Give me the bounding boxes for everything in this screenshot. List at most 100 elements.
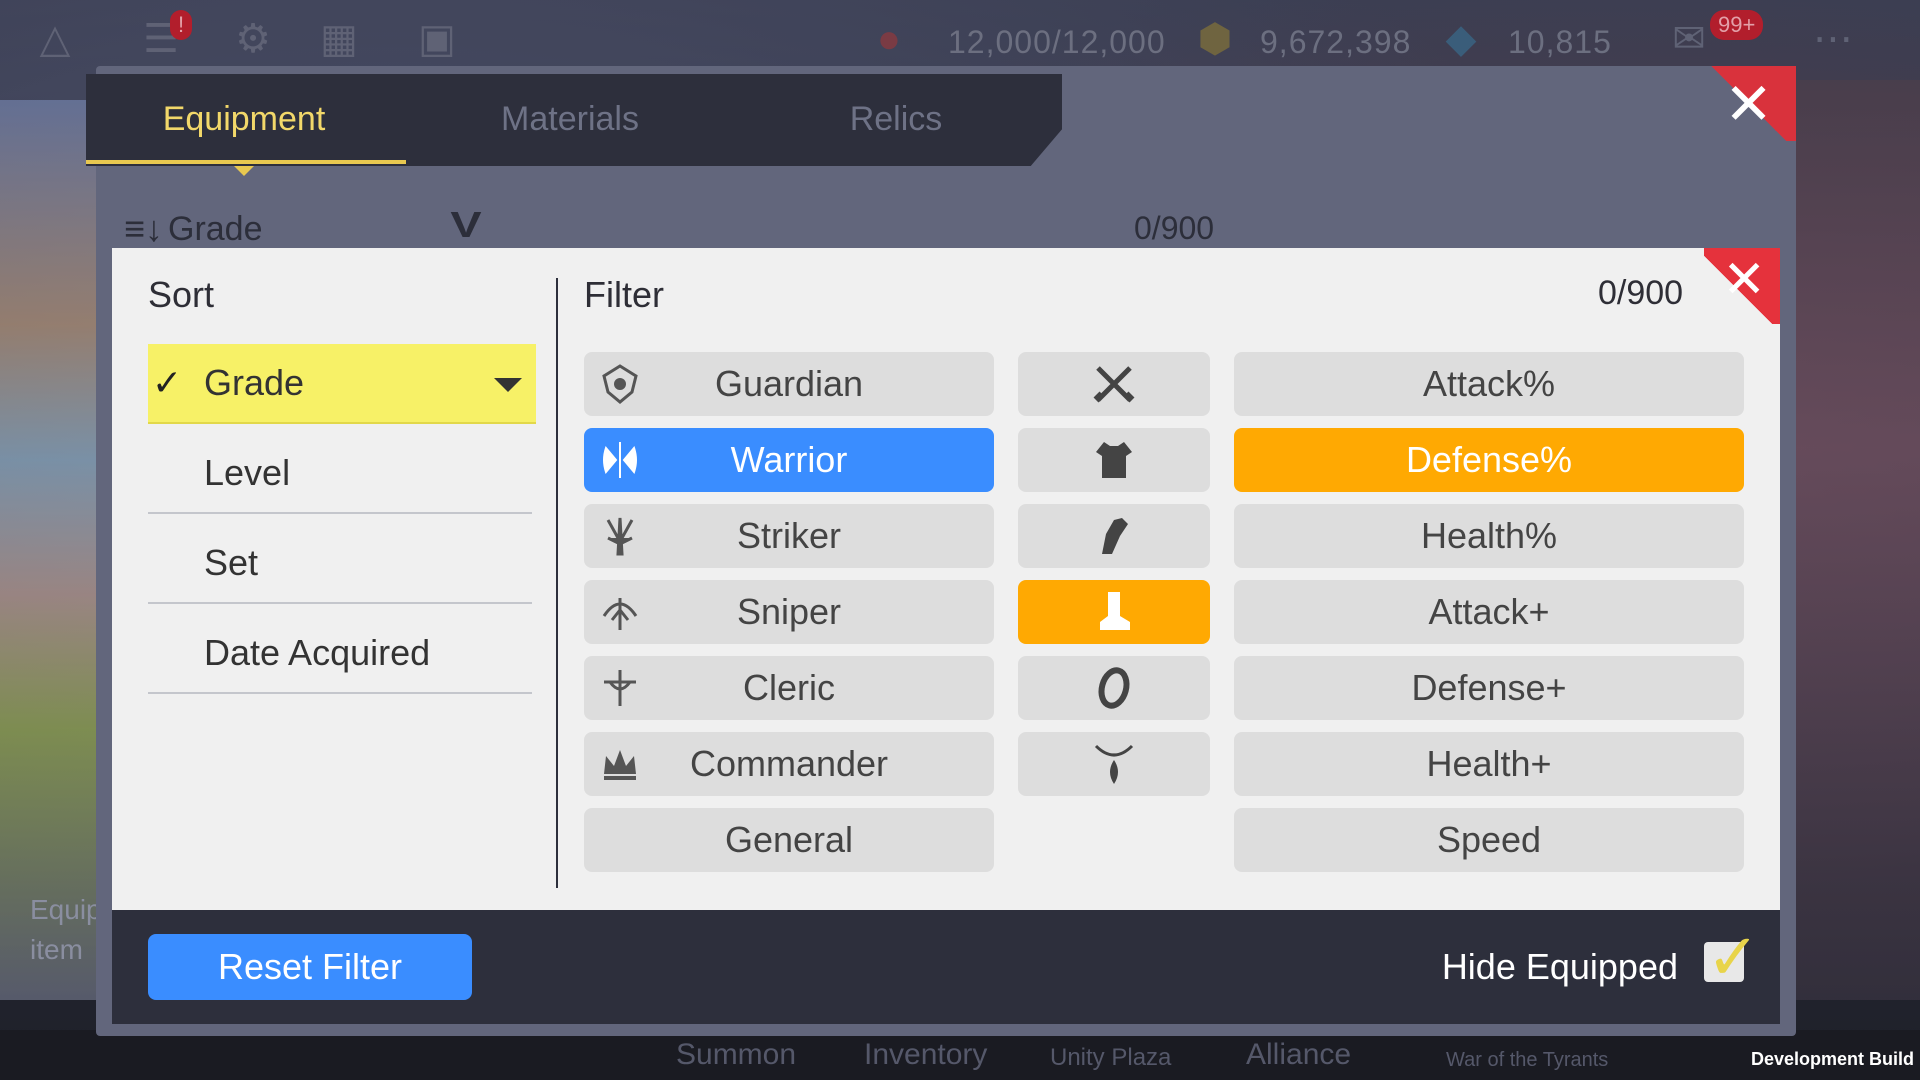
ring-icon	[1090, 664, 1138, 712]
tab-relics[interactable]: Relics	[766, 100, 1026, 139]
sort-option-label: Grade	[204, 362, 305, 403]
filter-class-sniper[interactable]: Sniper	[584, 580, 994, 644]
guardian-icon	[598, 362, 642, 406]
sort-option-date-acquired[interactable]: Date Acquired	[148, 614, 532, 694]
chevron-down-icon[interactable]: V	[450, 204, 481, 246]
checkmark-icon: ✓	[152, 362, 183, 403]
filter-label: Attack+	[1428, 591, 1550, 632]
tab-equipment[interactable]: Equipment	[114, 100, 374, 139]
alert-badge: !	[170, 10, 193, 40]
calendar-icon[interactable]: ▦	[314, 14, 364, 64]
modal-close-button[interactable]: ✕	[1704, 248, 1780, 324]
filter-class-striker[interactable]: Striker	[584, 504, 994, 568]
filter-label: Attack%	[1422, 363, 1556, 404]
boots-icon	[1090, 588, 1138, 636]
weapon-icon	[1090, 360, 1138, 408]
development-build-label: Development Build	[1750, 1049, 1914, 1069]
tab-materials[interactable]: Materials	[440, 100, 700, 139]
filter-class-commander[interactable]: Commander	[584, 732, 994, 796]
filter-class-guardian[interactable]: Guardian	[584, 352, 994, 416]
filter-title: Filter	[584, 274, 664, 315]
stamina-icon: ●	[876, 16, 902, 61]
nav-alliance: Alliance	[1246, 1038, 1352, 1071]
filter-label: Warrior	[730, 439, 848, 480]
filter-slot-boots[interactable]	[1018, 580, 1210, 644]
active-tab-pointer	[234, 166, 254, 176]
gem-value: 10,815	[1508, 24, 1612, 60]
armor-icon	[1090, 436, 1138, 484]
filter-stat-defense-percent[interactable]: Defense%	[1234, 428, 1744, 492]
sort-title: Sort	[148, 274, 215, 315]
reset-filter-button[interactable]: Reset Filter	[148, 934, 472, 1000]
filter-label: Commander	[689, 743, 889, 784]
filter-stat-attack-flat[interactable]: Attack+	[1234, 580, 1744, 644]
sort-option-label: Level	[204, 452, 291, 493]
sort-option-label: Date Acquired	[204, 632, 431, 673]
sort-current-label: Grade	[168, 210, 263, 248]
sort-option-set[interactable]: Set	[148, 524, 532, 604]
filter-stat-health-percent[interactable]: Health%	[1234, 504, 1744, 568]
filter-label: Defense+	[1411, 667, 1567, 708]
mail-badge: 99+	[1710, 10, 1764, 40]
mail-icon[interactable]: ✉	[1664, 14, 1714, 64]
filter-count: 0/900	[1598, 274, 1684, 312]
filter-stat-health-flat[interactable]: Health+	[1234, 732, 1744, 796]
gold-value: 9,672,398	[1260, 24, 1412, 60]
filter-stat-speed[interactable]: Speed	[1234, 808, 1744, 872]
cleric-icon	[598, 666, 642, 710]
sort-bar[interactable]: ≡↓ Grade V 0/900	[124, 204, 1764, 254]
shop-bag-icon[interactable]: ▣	[412, 14, 462, 64]
sort-filter-modal: ✕ Sort Filter 0/900 ✓ Grade Level Set Da…	[112, 248, 1780, 1024]
caret-down-icon	[494, 378, 522, 392]
necklace-icon	[1090, 740, 1138, 788]
sniper-icon	[598, 590, 642, 634]
filter-label: Sniper	[736, 591, 842, 632]
background-bottom-nav: Summon Inventory Unity Plaza Alliance Wa…	[0, 1030, 1920, 1080]
nav-summon: Summon	[676, 1038, 797, 1071]
background-right-panel	[1790, 80, 1920, 1000]
panel-close-button[interactable]: ✕	[1701, 66, 1796, 141]
chat-icon[interactable]: ⋯	[1808, 14, 1858, 64]
settings-gear-icon[interactable]: ⚙	[228, 14, 278, 64]
filter-label: Health%	[1420, 515, 1558, 556]
background-left-panel	[0, 100, 100, 1000]
filter-class-warrior[interactable]: Warrior	[584, 428, 994, 492]
filter-stat-attack-percent[interactable]: Attack%	[1234, 352, 1744, 416]
commander-icon	[598, 742, 642, 786]
filter-label: Health+	[1426, 743, 1552, 784]
modal-body: ✕ Sort Filter 0/900 ✓ Grade Level Set Da…	[112, 248, 1780, 910]
gem-icon: ◆	[1445, 17, 1477, 61]
active-tab-underline	[86, 160, 406, 164]
notification-bell-icon[interactable]: △	[30, 14, 80, 64]
warrior-icon	[598, 438, 642, 482]
filter-class-cleric[interactable]: Cleric	[584, 656, 994, 720]
filter-slot-necklace[interactable]	[1018, 732, 1210, 796]
filter-label: Speed	[1436, 819, 1542, 860]
filter-class-general[interactable]: General	[584, 808, 994, 872]
nav-unity-plaza: Unity Plaza	[1050, 1044, 1172, 1071]
sort-option-grade[interactable]: ✓ Grade	[148, 344, 536, 424]
gloves-icon	[1090, 512, 1138, 560]
filter-slot-weapon[interactable]	[1018, 352, 1210, 416]
filter-slot-gloves[interactable]	[1018, 504, 1210, 568]
filter-stat-defense-flat[interactable]: Defense+	[1234, 656, 1744, 720]
filter-slot-armor[interactable]	[1018, 428, 1210, 492]
inventory-count: 0/900	[1134, 210, 1215, 246]
gold-coin-icon: ⬢	[1197, 17, 1233, 61]
stamina-value: 12,000/12,000	[948, 24, 1166, 60]
sort-order-icon: ≡↓	[124, 208, 164, 249]
sort-option-label: Set	[204, 542, 259, 583]
striker-icon	[598, 514, 642, 558]
checkmark-icon: ✓	[1706, 921, 1760, 993]
filter-label: Striker	[736, 515, 841, 556]
nav-inventory: Inventory	[864, 1038, 988, 1071]
filter-label: Defense%	[1405, 439, 1573, 480]
inventory-tab-bar: Equipment Materials Relics	[86, 74, 1062, 166]
filter-label: Cleric	[742, 667, 835, 708]
filter-slot-ring[interactable]	[1018, 656, 1210, 720]
filter-label: Guardian	[714, 363, 864, 404]
sort-option-level[interactable]: Level	[148, 434, 532, 514]
filter-label: General	[724, 819, 854, 860]
sort-filter-divider	[556, 278, 558, 888]
nav-war-of-tyrants: War of the Tyrants	[1446, 1049, 1609, 1071]
